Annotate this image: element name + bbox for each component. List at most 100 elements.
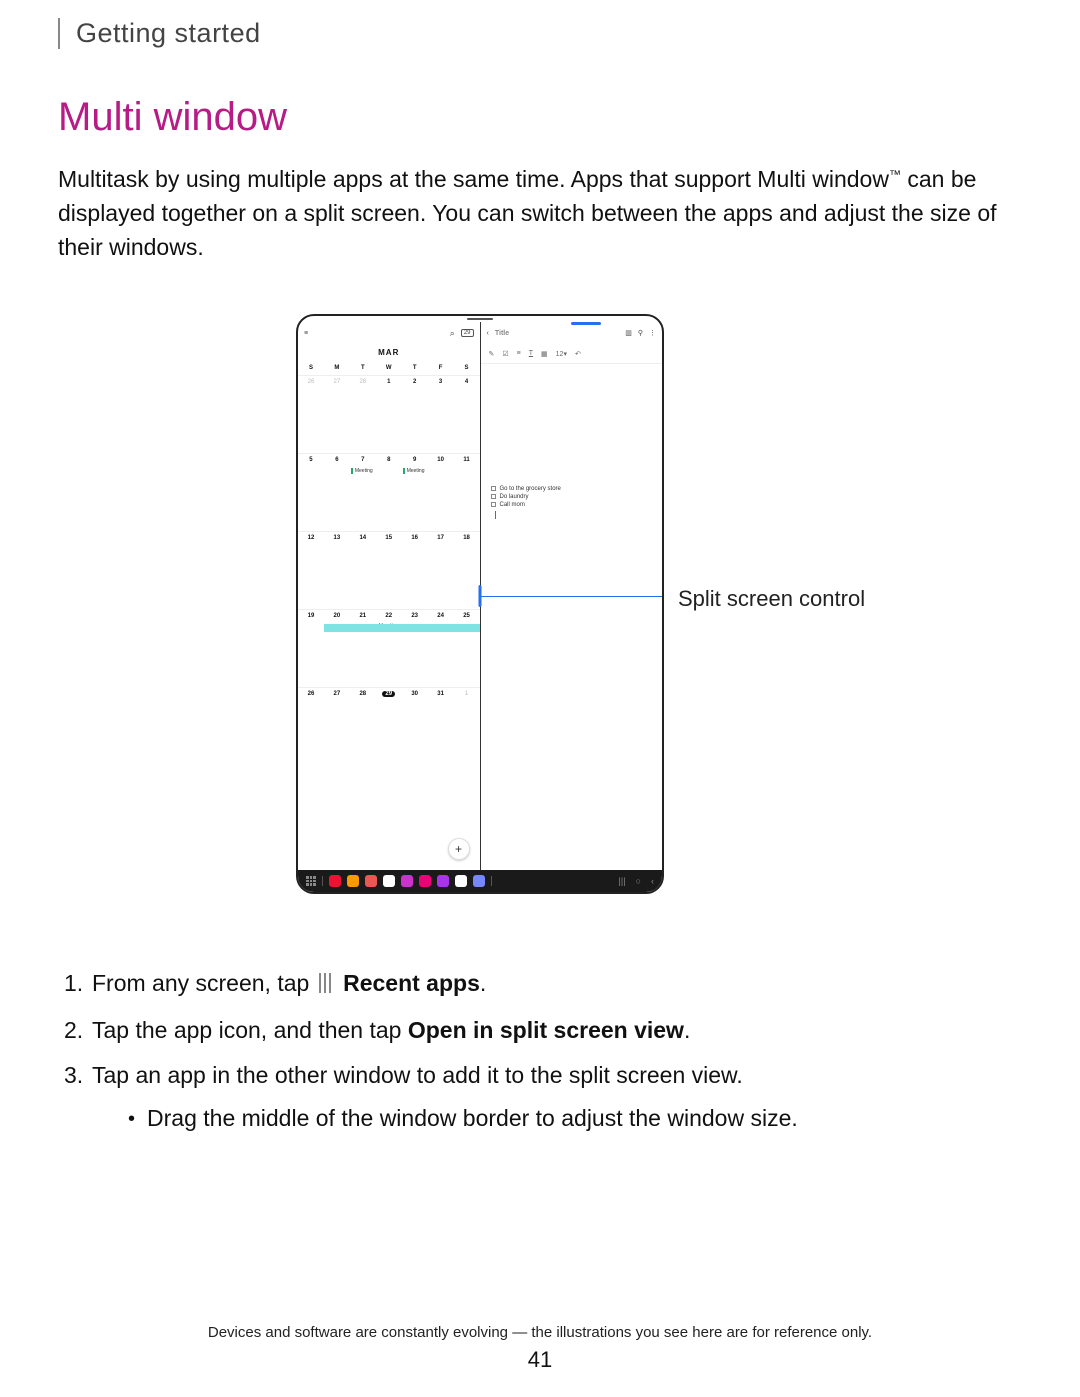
calendar-cell: 31 — [428, 687, 454, 765]
align-icon: ≡ — [517, 350, 521, 357]
note-body: Go to the grocery store Do laundry Call mo… — [481, 364, 663, 870]
calendar-cell: 18 — [454, 531, 480, 609]
month-label: MAR — [298, 344, 480, 361]
step-2-text-pre: Tap the app icon, and then tap — [92, 1017, 408, 1043]
calendar-cell: 7Meeting — [350, 453, 376, 531]
dock-app-icon — [401, 875, 413, 887]
calendar-cell: 26 — [298, 687, 324, 765]
calendar-cell: 8 — [376, 453, 402, 531]
step-1: From any screen, tap Recent apps. — [92, 964, 1022, 1005]
note-checklist: Go to the grocery store Do laundry Call mo… — [491, 486, 653, 508]
undo-icon: ↶ — [575, 350, 581, 358]
attach-icon: ⚲ — [638, 329, 643, 337]
calendar-cell: 12 — [298, 531, 324, 609]
calendar-cell: 10 — [428, 453, 454, 531]
text-cursor — [495, 511, 496, 519]
day-header: T — [350, 361, 376, 375]
calendar-cell: 20 — [324, 609, 350, 687]
tab-indicator — [571, 322, 601, 325]
notes-format-toolbar: ✎ ☑ ≡ T ▦ 12▾ ↶ — [481, 344, 663, 364]
day-header: F — [428, 361, 454, 375]
section-title: Multi window — [58, 95, 1022, 140]
callout-label: Split screen control — [678, 586, 865, 612]
check-icon: ☑ — [502, 350, 508, 358]
breadcrumb: Getting started — [58, 18, 1022, 49]
calendar-cell: 14 — [350, 531, 376, 609]
dock-app-icon — [437, 875, 449, 887]
hamburger-icon: ≡ — [304, 330, 308, 337]
calendar-cell: 25 — [454, 609, 480, 687]
dock-app-icon — [419, 875, 431, 887]
dock-separator — [491, 876, 492, 886]
search-icon: ⌕ — [450, 328, 455, 339]
instruction-list: From any screen, tap Recent apps. Tap th… — [58, 964, 1022, 1138]
dock-app-icon — [383, 875, 395, 887]
day-header: T — [402, 361, 428, 375]
intro-paragraph: Multitask by using multiple apps at the … — [58, 162, 1022, 264]
add-event-button: + — [448, 838, 470, 860]
checklist-item: Call mom — [491, 502, 653, 508]
today-badge: 29 — [461, 329, 474, 337]
calendar-cell: 19 — [298, 609, 324, 687]
notes-toolbar: ‹ Title ▥ ⚲ ⋮ — [481, 322, 663, 344]
calendar-cell: 1 — [376, 375, 402, 453]
step-2-text-post: . — [684, 1017, 690, 1043]
step-3-sub-1: Drag the middle of the window border to … — [128, 1099, 1022, 1138]
calendar-cell: 17 — [428, 531, 454, 609]
zoom-level: 12▾ — [556, 350, 567, 358]
calendar-cell: 27 — [324, 375, 350, 453]
step-1-text-pre: From any screen, tap — [92, 970, 309, 996]
calendar-cell: 24 — [428, 609, 454, 687]
calendar-cell: 4 — [454, 375, 480, 453]
day-header: S — [298, 361, 324, 375]
step-1-text-post: . — [480, 970, 486, 996]
footnote: Devices and software are constantly evol… — [0, 1324, 1080, 1341]
step-2: Tap the app icon, and then tap Open in s… — [92, 1011, 1022, 1050]
day-header: M — [324, 361, 350, 375]
calendar-cell: 16 — [402, 531, 428, 609]
calendar-toolbar: ≡ ⌕ 29 — [298, 322, 480, 344]
step-2-bold: Open in split screen view — [408, 1017, 684, 1043]
nav-buttons: |||○‹ — [619, 876, 654, 886]
checklist-item: Go to the grocery store — [491, 486, 653, 492]
calendar-cell: 3 — [428, 375, 454, 453]
trademark-symbol: ™ — [889, 167, 901, 181]
calendar-cell: 6 — [324, 453, 350, 531]
apps-grid-icon — [306, 876, 316, 886]
calendar-cell: 2 — [402, 375, 428, 453]
day-header: W — [376, 361, 402, 375]
grid-icon: ▦ — [541, 350, 548, 358]
step-3-sublist: Drag the middle of the window border to … — [92, 1099, 1022, 1138]
note-title: Title — [495, 330, 509, 337]
dock-app-icon — [347, 875, 359, 887]
dock-app-icon — [365, 875, 377, 887]
calendar-cell: 22Vacation — [376, 609, 402, 687]
calendar-cell: 9Meeting — [402, 453, 428, 531]
calendar-cell: 28 — [350, 687, 376, 765]
split-screen-control — [479, 585, 482, 607]
calendar-cell: 5 — [298, 453, 324, 531]
calendar-cell: 11 — [454, 453, 480, 531]
text-icon: T — [529, 350, 533, 357]
dock-separator — [322, 876, 323, 886]
checklist-item: Do laundry — [491, 494, 653, 500]
calendar-cell: 1 — [454, 687, 480, 765]
calendar-grid: SMTWTFS2627281234567Meeting89Meeting1011… — [298, 361, 480, 765]
step-1-bold: Recent apps — [343, 970, 480, 996]
calendar-cell: 21 — [350, 609, 376, 687]
day-header: S — [454, 361, 480, 375]
figure: ≡ ⌕ 29 MAR SMTWTFS2627281234567Meeting89… — [58, 314, 1022, 914]
callout-leader-line — [480, 596, 664, 597]
intro-text-pre: Multitask by using multiple apps at the … — [58, 166, 889, 192]
calendar-cell: 23 — [402, 609, 428, 687]
back-icon: ‹ — [487, 330, 489, 337]
step-3-sub-text: Drag the middle of the window border to … — [147, 1105, 798, 1131]
calendar-cell: 27 — [324, 687, 350, 765]
page-number: 41 — [0, 1347, 1080, 1373]
calendar-cell: 29 — [376, 687, 402, 765]
recent-apps-icon — [318, 966, 333, 1005]
step-3: Tap an app in the other window to add it… — [92, 1056, 1022, 1138]
dock-app-icon — [455, 875, 467, 887]
reader-icon: ▥ — [625, 329, 632, 337]
calendar-cell: 26 — [298, 375, 324, 453]
